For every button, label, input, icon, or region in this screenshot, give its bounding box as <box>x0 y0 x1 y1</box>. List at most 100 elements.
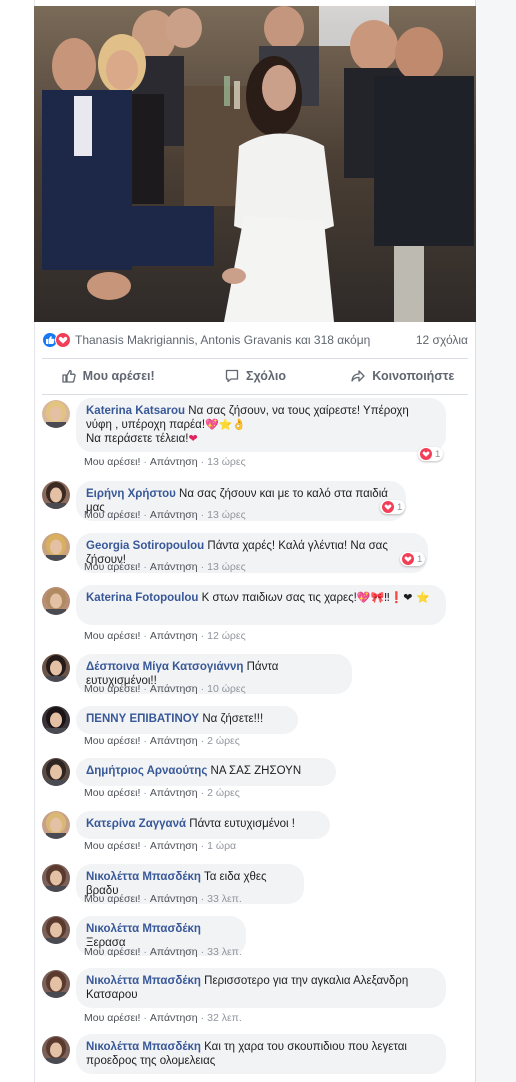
comment-item: Katerina Fotopoulou Κ στων παιδιων σας τ… <box>42 585 462 644</box>
comment-author[interactable]: Νικολέττα Μπασδέκη <box>86 871 201 883</box>
comment-bubble: Κατερίνα Ζαγγανά Πάντα ευτυχισμένοι ! <box>76 811 330 839</box>
comment-timestamp[interactable]: 13 ώρες <box>207 456 246 468</box>
avatar[interactable] <box>42 758 70 786</box>
comment-timestamp[interactable]: 33 λεπ. <box>207 893 242 905</box>
comment-timestamp[interactable]: 1 ώρα <box>207 840 236 852</box>
comment-meta: Μου αρέσει! · Απάντηση · 13 ώρες <box>84 561 246 573</box>
comment-author[interactable]: Δημήτριος Αρναούτης <box>86 765 207 777</box>
separator: · <box>143 509 147 521</box>
comment-like-link[interactable]: Μου αρέσει! <box>84 787 140 799</box>
comment-meta: Μου αρέσει! · Απάντηση · 32 λεπ. <box>84 1012 242 1024</box>
comment-author[interactable]: Ειρήνη Χρήστου <box>86 488 176 500</box>
comment-timestamp[interactable]: 12 ώρες <box>207 630 246 642</box>
comment-like-link[interactable]: Μου αρέσει! <box>84 840 140 852</box>
emoji-hearts: 💖🎀‼❗❤ ⭐ <box>356 591 430 604</box>
comment-timestamp[interactable]: 13 ώρες <box>207 509 246 521</box>
comment-author[interactable]: Νικολέττα Μπασδέκη <box>86 1041 201 1053</box>
separator: · <box>143 561 147 573</box>
comment-like-link[interactable]: Μου αρέσει! <box>84 509 140 521</box>
comment-reply-link[interactable]: Απάντηση <box>150 893 198 905</box>
comment-bubble: Νικολέττα Μπασδέκη Περισσοτερο για την α… <box>76 968 446 1008</box>
reactions-summary[interactable]: Thanasis Makrigiannis, Antonis Gravanis … <box>34 326 476 354</box>
separator: · <box>200 630 205 642</box>
comment-author[interactable]: ΠΕΝΝΥ ΕΠΙΒΑΤΙΝΟΥ <box>86 713 199 725</box>
comment-button[interactable]: Σχόλιο <box>181 368 328 384</box>
comment-author[interactable]: Νικολέττα Μπασδέκη <box>86 975 201 987</box>
like-button[interactable]: Μου αρέσει! <box>34 368 181 384</box>
comments-count[interactable]: 12 σχόλια <box>416 333 468 347</box>
comment-meta: Μου αρέσει! · Απάντηση · 33 λεπ. <box>84 946 242 958</box>
comment-timestamp[interactable]: 13 ώρες <box>207 561 246 573</box>
comment-like-link[interactable]: Μου αρέσει! <box>84 630 140 642</box>
comment-reply-link[interactable]: Απάντηση <box>150 946 198 958</box>
comment-meta: Μου αρέσει! · Απάντηση · 2 ώρες <box>84 735 240 747</box>
separator: · <box>200 946 205 958</box>
separator: · <box>200 683 205 695</box>
separator: · <box>143 840 147 852</box>
comment-author[interactable]: Katerina Katsarou <box>86 405 185 417</box>
avatar[interactable] <box>42 400 70 428</box>
comment-text-line2: Να περάσετε τέλεια! <box>86 433 189 445</box>
comment-icon <box>225 369 239 383</box>
comment-bubble: Δημήτριος Αρναούτης ΝΑ ΣΑΣ ΖΗΣΟΥΝ <box>76 758 336 786</box>
comment-like-link[interactable]: Μου αρέσει! <box>84 456 140 468</box>
heart-icon <box>420 448 432 460</box>
comment-reply-link[interactable]: Απάντηση <box>150 509 198 521</box>
avatar[interactable] <box>42 864 70 892</box>
comment-text-line2: προεδρος της ολομελειας <box>86 1055 216 1067</box>
comment-reply-link[interactable]: Απάντηση <box>150 456 198 468</box>
comment-reaction-badge[interactable]: 1 <box>400 552 426 566</box>
comment-timestamp[interactable]: 2 ώρες <box>207 735 240 747</box>
avatar[interactable] <box>42 1036 70 1064</box>
avatar[interactable] <box>42 587 70 615</box>
avatar[interactable] <box>42 533 70 561</box>
comment-reply-link[interactable]: Απάντηση <box>150 561 198 573</box>
comment-author[interactable]: Katerina Fotopoulou <box>86 592 198 604</box>
avatar[interactable] <box>42 706 70 734</box>
comment-timestamp[interactable]: 10 ώρες <box>207 683 246 695</box>
post-photo[interactable] <box>34 6 476 322</box>
comment-item: Νικολέττα Μπασδέκη Ξερασα Μου αρέσει! · Απά… <box>42 916 462 960</box>
divider <box>42 394 468 395</box>
emoji-hearts: 💖⭐👌 <box>205 418 247 431</box>
comment-author[interactable]: Georgia Sotiropoulou <box>86 540 204 552</box>
comment-item: Κατερίνα Ζαγγανά Πάντα ευτυχισμένοι ! Μου… <box>42 811 462 854</box>
comment-like-link[interactable]: Μου αρέσει! <box>84 946 140 958</box>
reactions-text[interactable]: Thanasis Makrigiannis, Antonis Gravanis … <box>75 333 416 347</box>
comment-reply-link[interactable]: Απάντηση <box>150 840 198 852</box>
comment-reaction-badge[interactable]: 1 <box>380 500 406 514</box>
avatar[interactable] <box>42 811 70 839</box>
comment-text-line2: Κατσαρου <box>86 989 138 1001</box>
avatar[interactable] <box>42 916 70 944</box>
comment-timestamp[interactable]: 33 λεπ. <box>207 946 242 958</box>
comment-reply-link[interactable]: Απάντηση <box>150 1012 198 1024</box>
comment-like-link[interactable]: Μου αρέσει! <box>84 735 140 747</box>
avatar[interactable] <box>42 481 70 509</box>
comment-author[interactable]: Δέσποινα Μίγα Κατσογιάννη <box>86 661 243 673</box>
comment-author[interactable]: Νικολέττα Μπασδέκη <box>86 923 201 935</box>
comment-like-link[interactable]: Μου αρέσει! <box>84 683 140 695</box>
reaction-count: 1 <box>417 553 423 565</box>
comment-like-link[interactable]: Μου αρέσει! <box>84 1012 140 1024</box>
avatar[interactable] <box>42 970 70 998</box>
comment-reply-link[interactable]: Απάντηση <box>150 683 198 695</box>
comment-text: Να ζήσετε!!! <box>202 713 264 725</box>
comment-timestamp[interactable]: 32 λεπ. <box>207 1012 242 1024</box>
comment-reaction-badge[interactable]: 1 <box>418 447 444 461</box>
comment-bubble: ΠΕΝΝΥ ΕΠΙΒΑΤΙΝΟΥ Να ζήσετε!!! <box>76 706 298 734</box>
page-background <box>476 0 516 1082</box>
comment-timestamp[interactable]: 2 ώρες <box>207 787 240 799</box>
comment-like-link[interactable]: Μου αρέσει! <box>84 893 140 905</box>
comment-like-link[interactable]: Μου αρέσει! <box>84 561 140 573</box>
comment-reply-link[interactable]: Απάντηση <box>150 787 198 799</box>
comment-item: Δέσποινα Μίγα Κατσογιάννη Πάντα ευτυχισμ… <box>42 654 462 697</box>
comment-text: Και τη χαρα του σκουπιδιου που λεγεται <box>204 1041 407 1053</box>
share-button[interactable]: Κοινοποιήστε <box>329 368 476 384</box>
comment-reply-link[interactable]: Απάντηση <box>150 735 198 747</box>
avatar[interactable] <box>42 654 70 682</box>
comment-bubble: Νικολέττα Μπασδέκη Και τη χαρα του σκουπ… <box>76 1034 446 1074</box>
comment-item: Georgia Sotiropoulou Πάντα χαρές! Καλά γ… <box>42 533 462 575</box>
comment-reply-link[interactable]: Απάντηση <box>150 630 198 642</box>
separator: · <box>143 1012 147 1024</box>
comment-author[interactable]: Κατερίνα Ζαγγανά <box>86 818 186 830</box>
